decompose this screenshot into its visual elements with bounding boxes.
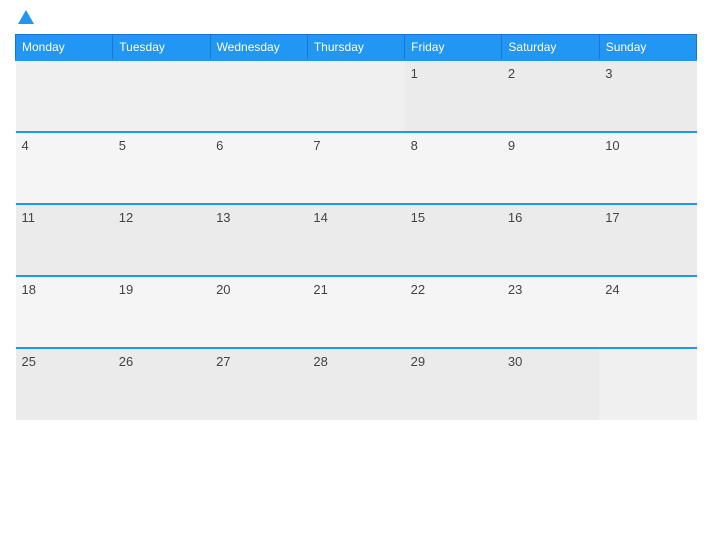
day-number: 27	[216, 354, 230, 369]
calendar-cell: 14	[307, 204, 404, 276]
day-header-monday: Monday	[16, 35, 113, 61]
day-number: 30	[508, 354, 522, 369]
calendar-cell: 20	[210, 276, 307, 348]
day-number: 28	[313, 354, 327, 369]
day-number: 29	[411, 354, 425, 369]
calendar-cell: 17	[599, 204, 696, 276]
day-header-thursday: Thursday	[307, 35, 404, 61]
calendar-cell: 29	[405, 348, 502, 420]
days-header-row: MondayTuesdayWednesdayThursdayFridaySatu…	[16, 35, 697, 61]
calendar-cell	[113, 60, 210, 132]
calendar-cell: 12	[113, 204, 210, 276]
calendar-cell: 22	[405, 276, 502, 348]
day-number: 12	[119, 210, 133, 225]
day-number: 23	[508, 282, 522, 297]
calendar-cell: 6	[210, 132, 307, 204]
day-number: 10	[605, 138, 619, 153]
day-header-wednesday: Wednesday	[210, 35, 307, 61]
logo	[15, 10, 34, 26]
calendar-table: MondayTuesdayWednesdayThursdayFridaySatu…	[15, 34, 697, 420]
day-number: 20	[216, 282, 230, 297]
calendar-cell: 4	[16, 132, 113, 204]
calendar-cell: 9	[502, 132, 599, 204]
day-number: 3	[605, 66, 612, 81]
day-number: 4	[22, 138, 29, 153]
week-row-2: 4 5 6 7 8 9 10	[16, 132, 697, 204]
day-number: 18	[22, 282, 36, 297]
calendar-cell: 2	[502, 60, 599, 132]
calendar-cell: 26	[113, 348, 210, 420]
day-number: 14	[313, 210, 327, 225]
day-number: 16	[508, 210, 522, 225]
calendar-cell: 1	[405, 60, 502, 132]
day-number: 7	[313, 138, 320, 153]
calendar-cell	[210, 60, 307, 132]
calendar-cell: 27	[210, 348, 307, 420]
calendar-cell: 11	[16, 204, 113, 276]
calendar-cell: 18	[16, 276, 113, 348]
calendar-cell: 25	[16, 348, 113, 420]
day-number: 9	[508, 138, 515, 153]
calendar-cell: 15	[405, 204, 502, 276]
calendar-cell	[599, 348, 696, 420]
week-row-1: 1 2 3	[16, 60, 697, 132]
day-header-tuesday: Tuesday	[113, 35, 210, 61]
calendar-cell: 7	[307, 132, 404, 204]
day-number: 1	[411, 66, 418, 81]
day-number: 2	[508, 66, 515, 81]
logo-triangle-icon	[18, 10, 34, 24]
calendar-cell: 3	[599, 60, 696, 132]
calendar-container: MondayTuesdayWednesdayThursdayFridaySatu…	[0, 0, 712, 550]
day-header-saturday: Saturday	[502, 35, 599, 61]
day-number: 19	[119, 282, 133, 297]
day-number: 11	[22, 210, 36, 225]
day-number: 21	[313, 282, 327, 297]
day-number: 26	[119, 354, 133, 369]
week-row-4: 18 19 20 21 22 23 24	[16, 276, 697, 348]
calendar-cell: 8	[405, 132, 502, 204]
calendar-cell: 19	[113, 276, 210, 348]
day-number: 8	[411, 138, 418, 153]
week-row-5: 25 26 27 28 29 30	[16, 348, 697, 420]
day-number: 6	[216, 138, 223, 153]
day-number: 25	[22, 354, 36, 369]
calendar-cell	[16, 60, 113, 132]
calendar-cell: 23	[502, 276, 599, 348]
day-header-sunday: Sunday	[599, 35, 696, 61]
day-number: 22	[411, 282, 425, 297]
day-number: 24	[605, 282, 619, 297]
calendar-cell: 24	[599, 276, 696, 348]
calendar-header	[15, 10, 697, 26]
day-header-friday: Friday	[405, 35, 502, 61]
calendar-cell: 30	[502, 348, 599, 420]
calendar-cell: 13	[210, 204, 307, 276]
week-row-3: 11 12 13 14 15 16 17	[16, 204, 697, 276]
day-number: 15	[411, 210, 425, 225]
day-number: 5	[119, 138, 126, 153]
calendar-cell: 10	[599, 132, 696, 204]
calendar-cell	[307, 60, 404, 132]
calendar-cell: 21	[307, 276, 404, 348]
day-number: 13	[216, 210, 230, 225]
calendar-cell: 28	[307, 348, 404, 420]
day-number: 17	[605, 210, 619, 225]
calendar-cell: 16	[502, 204, 599, 276]
calendar-cell: 5	[113, 132, 210, 204]
